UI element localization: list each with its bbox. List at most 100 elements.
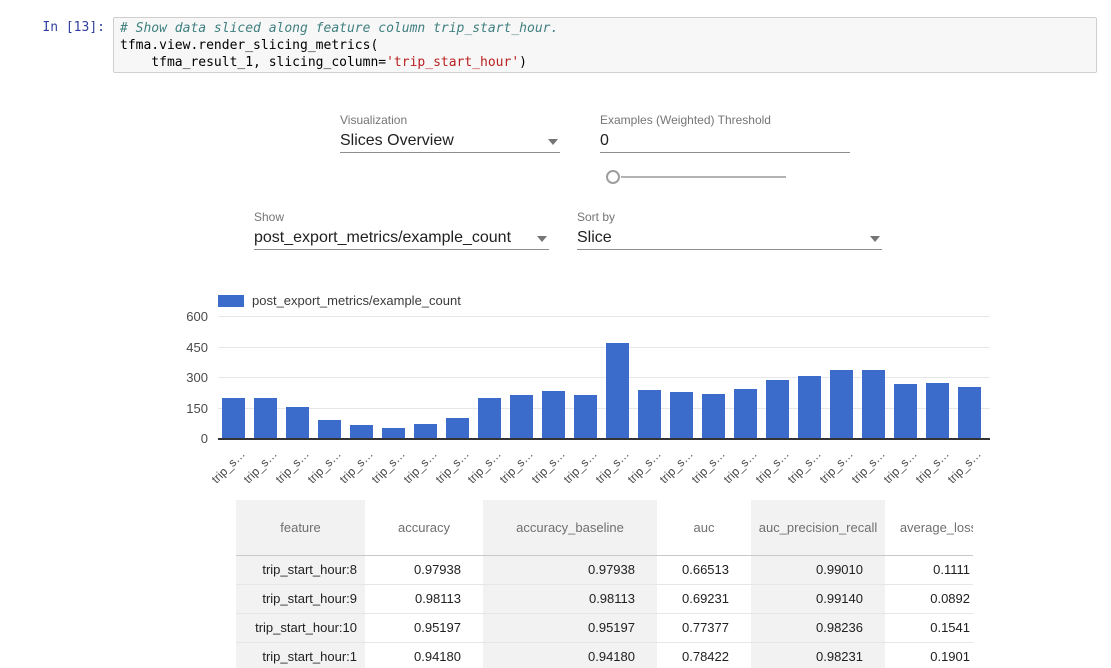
metrics-table-container: featureaccuracyaccuracy_baselineaucauc_p…: [236, 500, 973, 668]
column-header-feature[interactable]: feature: [236, 500, 365, 555]
bar[interactable]: [670, 392, 693, 438]
chevron-down-icon[interactable]: [548, 139, 558, 145]
y-axis-tick-label: 300: [160, 370, 208, 386]
column-header-accuracy_baseline[interactable]: accuracy_baseline: [483, 500, 657, 555]
y-axis-tick-label: 450: [160, 340, 208, 356]
code-comment-line: # Show data sliced along feature column …: [120, 20, 1090, 37]
legend-label: post_export_metrics/example_count: [252, 293, 461, 308]
chevron-down-icon[interactable]: [537, 236, 547, 242]
column-header-auc[interactable]: auc: [657, 500, 751, 555]
bar[interactable]: [510, 395, 533, 438]
column-header-accuracy[interactable]: accuracy: [365, 500, 483, 555]
slider-track[interactable]: [621, 176, 786, 178]
code-editor[interactable]: # Show data sliced along feature column …: [113, 17, 1097, 73]
visualization-select[interactable]: Visualization Slices Overview: [340, 113, 560, 153]
bar[interactable]: [606, 343, 629, 438]
bar[interactable]: [862, 370, 885, 438]
bar[interactable]: [926, 383, 949, 438]
metric-cell: 0.77377: [657, 613, 751, 642]
slider-handle[interactable]: [606, 170, 620, 184]
column-header-auc_precision_recall[interactable]: auc_precision_recall: [751, 500, 885, 555]
bar[interactable]: [894, 384, 917, 438]
y-axis-tick-label: 150: [160, 401, 208, 417]
metric-cell: 0.69231: [657, 584, 751, 613]
code-line-3-pre: tfma_result_1, slicing_column=: [120, 55, 386, 70]
table-row: trip_start_hour:10.941800.941800.784220.…: [236, 642, 973, 668]
show-metric-select[interactable]: Show post_export_metrics/example_count: [254, 210, 549, 250]
bar[interactable]: [958, 387, 981, 438]
chevron-down-icon[interactable]: [870, 236, 880, 242]
metric-cell: 0.66513: [657, 555, 751, 584]
visualization-label: Visualization: [340, 113, 560, 127]
bar[interactable]: [574, 395, 597, 438]
bar[interactable]: [414, 424, 437, 438]
threshold-field[interactable]: Examples (Weighted) Threshold 0: [600, 113, 850, 153]
code-line-3-string: 'trip_start_hour': [386, 55, 519, 70]
code-line-3: tfma_result_1, slicing_column='trip_star…: [120, 54, 1090, 71]
metric-cell: 0.98236: [751, 613, 885, 642]
bar[interactable]: [446, 418, 469, 438]
metric-cell: 0.97938: [365, 555, 483, 584]
sort-by-value: Slice: [577, 228, 882, 248]
table-row: trip_start_hour:100.951970.951970.773770…: [236, 613, 973, 642]
metric-cell: 0.98113: [483, 584, 657, 613]
bar[interactable]: [286, 407, 309, 438]
feature-cell: trip_start_hour:10: [236, 613, 365, 642]
feature-cell: trip_start_hour:9: [236, 584, 365, 613]
bar[interactable]: [542, 391, 565, 438]
metric-cell: 0.99140: [751, 584, 885, 613]
metric-cell: 0.1111: [885, 555, 973, 584]
gridline: [218, 316, 990, 317]
y-axis: 6004503001500: [160, 317, 208, 449]
y-axis-tick-label: 0: [160, 431, 208, 447]
feature-cell: trip_start_hour:1: [236, 642, 365, 668]
bar[interactable]: [734, 389, 757, 438]
metric-cell: 0.98113: [365, 584, 483, 613]
sort-by-select[interactable]: Sort by Slice: [577, 210, 882, 250]
notebook-page: In [13]: # Show data sliced along featur…: [0, 0, 1111, 668]
bar[interactable]: [766, 380, 789, 438]
show-value: post_export_metrics/example_count: [254, 228, 549, 248]
metric-cell: 0.78422: [657, 642, 751, 668]
metric-cell: 0.94180: [365, 642, 483, 668]
threshold-value: 0: [600, 131, 850, 151]
y-axis-tick-label: 600: [160, 309, 208, 325]
bar[interactable]: [702, 394, 725, 438]
table-header-row: featureaccuracyaccuracy_baselineaucauc_p…: [236, 500, 973, 555]
code-line-3-post: ): [519, 55, 527, 70]
bar[interactable]: [638, 390, 661, 438]
bar[interactable]: [222, 398, 245, 438]
legend-swatch: [218, 295, 244, 307]
metric-cell: 0.95197: [483, 613, 657, 642]
bar[interactable]: [318, 420, 341, 438]
metric-cell: 0.98231: [751, 642, 885, 668]
bar[interactable]: [350, 425, 373, 438]
x-axis-line: [218, 438, 990, 440]
bar[interactable]: [478, 398, 501, 438]
cell-prompt: In [13]:: [20, 19, 105, 36]
threshold-slider[interactable]: [606, 170, 786, 184]
metric-cell: 0.0892: [885, 584, 973, 613]
bar[interactable]: [798, 376, 821, 438]
metric-cell: 0.95197: [365, 613, 483, 642]
code-line-2: tfma.view.render_slicing_metrics(: [120, 37, 1090, 54]
metrics-table: featureaccuracyaccuracy_baselineaucauc_p…: [236, 500, 973, 668]
metric-cell: 0.99010: [751, 555, 885, 584]
bar[interactable]: [830, 370, 853, 438]
column-header-average_loss[interactable]: average_loss: [885, 500, 973, 555]
feature-cell: trip_start_hour:8: [236, 555, 365, 584]
plot-area: [218, 317, 990, 439]
show-label: Show: [254, 210, 549, 224]
bar[interactable]: [254, 398, 277, 438]
gridline: [218, 347, 990, 348]
table-row: trip_start_hour:90.981130.981130.692310.…: [236, 584, 973, 613]
bar[interactable]: [382, 428, 405, 438]
metric-cell: 0.97938: [483, 555, 657, 584]
x-axis: trip_s…trip_s…trip_s…trip_s…trip_s…trip_…: [218, 445, 990, 490]
threshold-label: Examples (Weighted) Threshold: [600, 113, 850, 127]
metric-cell: 0.1901: [885, 642, 973, 668]
metric-cell: 0.1541: [885, 613, 973, 642]
metric-cell: 0.94180: [483, 642, 657, 668]
sort-by-label: Sort by: [577, 210, 882, 224]
table-row: trip_start_hour:80.979380.979380.665130.…: [236, 555, 973, 584]
